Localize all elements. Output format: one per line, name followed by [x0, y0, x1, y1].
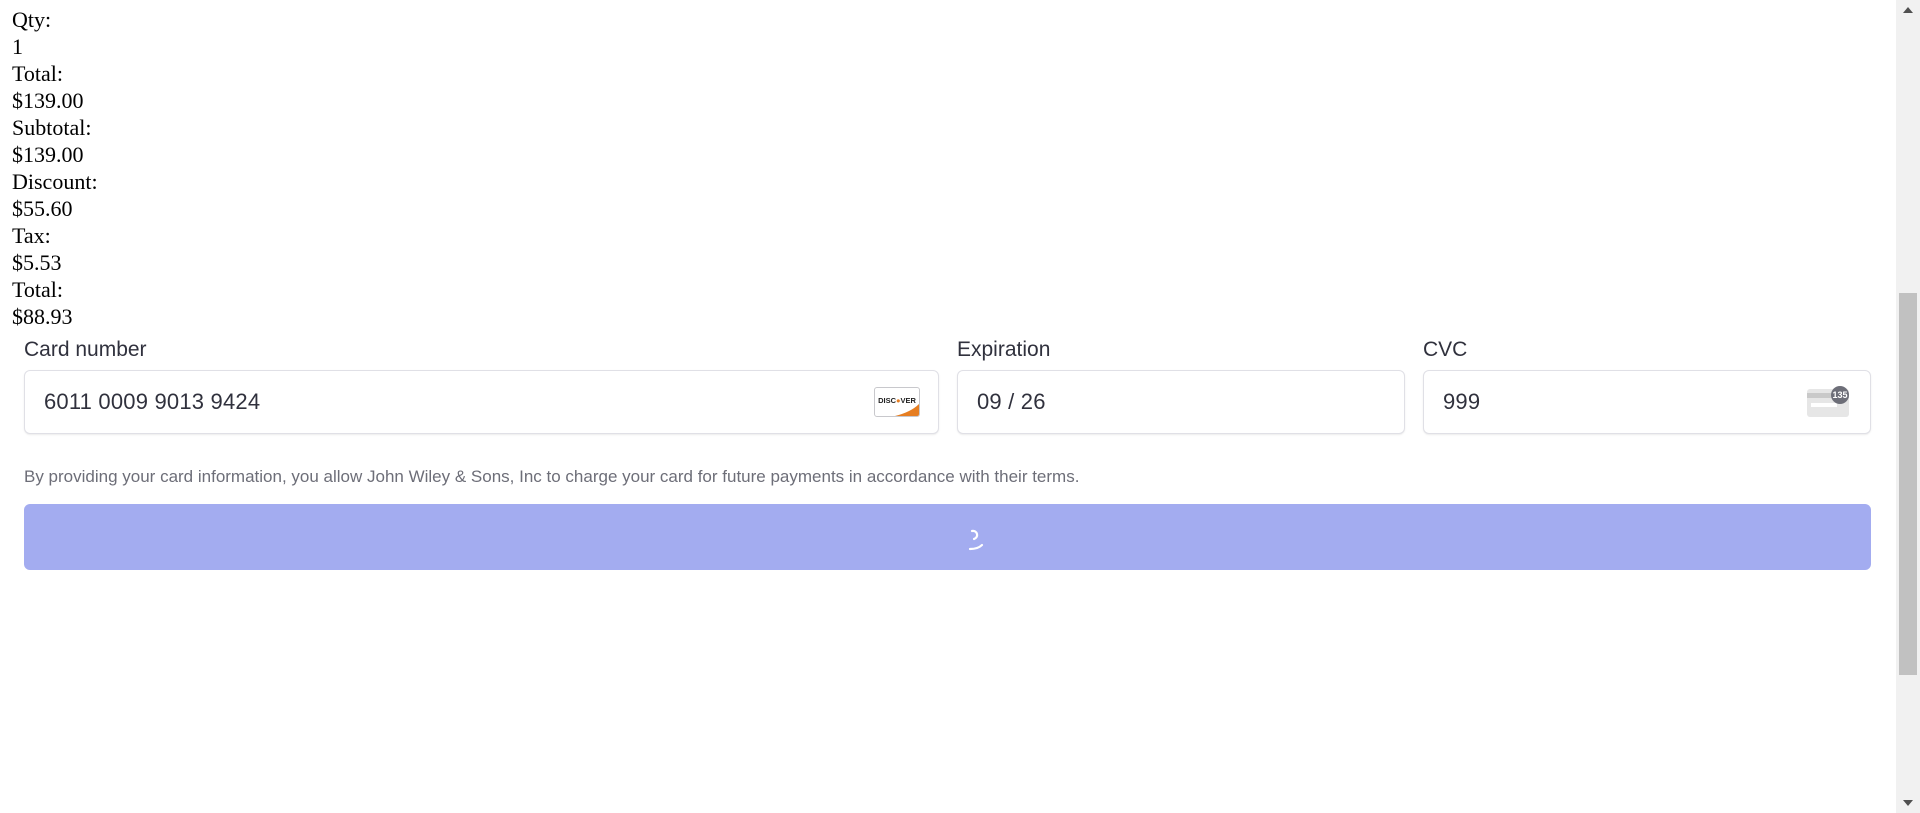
tax-value: $5.53 — [12, 250, 62, 275]
cvc-label: CVC — [1423, 338, 1468, 361]
cvc-input[interactable]: 999 135 — [1423, 370, 1871, 434]
spinner-icon — [968, 521, 988, 553]
qty-value: 1 — [12, 34, 23, 59]
tax-label: Tax: — [12, 223, 51, 248]
subtotal-value: $139.00 — [12, 142, 84, 167]
expiration-label: Expiration — [957, 338, 1051, 361]
discount-value: $55.60 — [12, 196, 73, 221]
scroll-up-arrow-icon[interactable] — [1896, 0, 1920, 20]
scrollbar-thumb[interactable] — [1899, 293, 1917, 675]
qty-label: Qty: — [12, 7, 52, 32]
card-terms-notice: By providing your card information, you … — [24, 467, 1080, 486]
cvc-value: 999 — [1443, 389, 1481, 414]
discount-label: Discount: — [12, 169, 98, 194]
grand-total-value: $88.93 — [12, 304, 73, 329]
cvc-group: CVC 999 135 — [1423, 336, 1871, 434]
discover-card-icon: DISC●VER — [874, 387, 920, 417]
expiration-input[interactable]: 09 / 26 — [957, 370, 1405, 434]
vertical-scrollbar[interactable] — [1896, 0, 1920, 813]
item-total-value: $139.00 — [12, 88, 84, 113]
scroll-down-arrow-icon[interactable] — [1896, 793, 1920, 813]
card-number-group: Card number 6011 0009 9013 9424 DISC●VER — [24, 336, 939, 434]
card-number-label: Card number — [24, 338, 147, 361]
cvc-card-icon: 135 — [1806, 385, 1852, 419]
checkout-page: Qty: 1 Total: $139.00 Subtotal: $139.00 … — [0, 0, 1920, 813]
svg-text:DISC●VER: DISC●VER — [878, 396, 916, 405]
grand-total-label: Total: — [12, 277, 64, 302]
subtotal-label: Subtotal: — [12, 115, 92, 140]
expiration-group: Expiration 09 / 26 — [957, 336, 1405, 434]
card-number-value: 6011 0009 9013 9424 — [44, 389, 261, 414]
item-total-label: Total: — [12, 61, 64, 86]
expiration-value: 09 / 26 — [977, 389, 1046, 414]
pay-button[interactable] — [24, 504, 1871, 570]
order-summary: Qty: 1 Total: $139.00 Subtotal: $139.00 … — [12, 6, 98, 330]
svg-text:135: 135 — [1832, 390, 1847, 400]
card-fields-row: Card number 6011 0009 9013 9424 DISC●VER… — [24, 336, 1871, 434]
card-number-input[interactable]: 6011 0009 9013 9424 DISC●VER — [24, 370, 939, 434]
payment-form: Card number 6011 0009 9013 9424 DISC●VER… — [24, 336, 1871, 570]
